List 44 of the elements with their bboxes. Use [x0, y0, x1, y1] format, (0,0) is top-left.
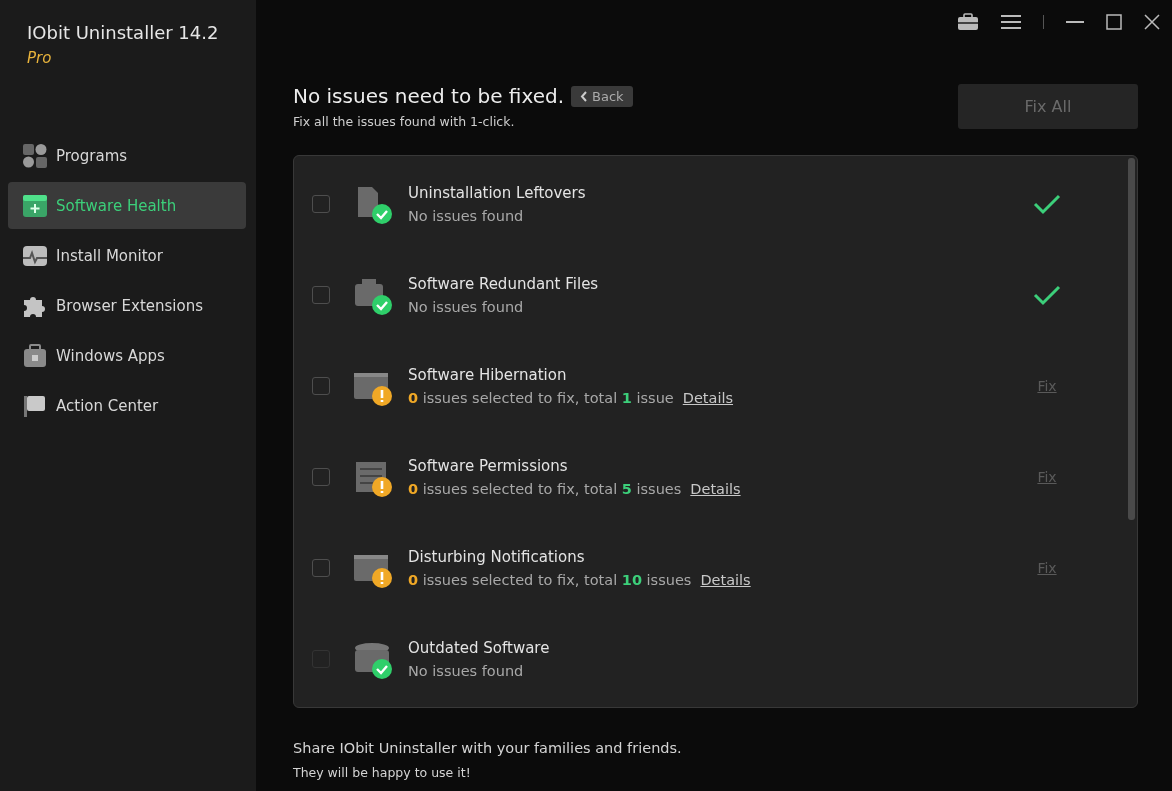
checkbox[interactable]: [312, 194, 330, 213]
sidebar-item[interactable]: Programs: [8, 132, 246, 179]
share-text: Share IObit Uninstaller with your families and friends.: [293, 740, 683, 756]
checkbox[interactable]: [312, 468, 330, 487]
grid-icon: [22, 142, 48, 169]
share-subtext: They will be happy to use it!: [293, 765, 472, 780]
status-text: No issues found: [408, 207, 525, 224]
window-plus-icon: [22, 192, 48, 219]
edition-label: Pro: [27, 49, 53, 67]
back-button[interactable]: Back: [571, 85, 633, 107]
details-link[interactable]: Details: [700, 572, 751, 589]
status-text: No issues found: [408, 298, 525, 315]
sidebar-item[interactable]: Action Center: [8, 382, 246, 429]
chevron-left-icon: [580, 90, 588, 102]
maximize-icon[interactable]: [1106, 14, 1122, 30]
row-title: Outdated Software: [408, 639, 551, 658]
sidebar-item[interactable]: Browser Extensions: [8, 282, 246, 329]
status-text: 0 issues selected to fix, total 5 issues: [408, 481, 682, 498]
checkbox[interactable]: [312, 559, 330, 578]
status-text: 0 issues selected to fix, total 1 issue: [408, 389, 674, 406]
row-title: Software Hibernation: [408, 365, 568, 384]
checkmark-icon: [1033, 192, 1061, 215]
menu-icon[interactable]: [1001, 14, 1021, 30]
details-link[interactable]: Details: [682, 389, 734, 406]
page-title: No issues need to be fixed.: [293, 84, 564, 108]
app-title: IObit Uninstaller 14.2: [27, 22, 220, 43]
status-text: No issues found: [408, 663, 525, 680]
row-title: Software Permissions: [408, 457, 569, 476]
details-link[interactable]: Details: [690, 481, 741, 498]
briefcase-icon: [22, 342, 48, 369]
checkbox[interactable]: [312, 376, 330, 395]
row-title: Disturbing Notifications: [408, 548, 586, 567]
page-subtitle: Fix all the issues found with 1-click.: [293, 114, 516, 129]
row-title: Software Redundant Files: [408, 274, 600, 293]
sidebar-item[interactable]: Install Monitor: [8, 232, 246, 279]
sidebar-item[interactable]: Software Health: [8, 182, 246, 229]
sidebar-item[interactable]: Windows Apps: [8, 332, 246, 379]
close-icon[interactable]: [1144, 14, 1160, 30]
row-title: Uninstallation Leftovers: [408, 183, 587, 202]
status-text: 0 issues selected to fix, total 10 issues: [408, 572, 692, 589]
checkmark-icon: [1033, 283, 1061, 306]
scrollbar[interactable]: [1128, 158, 1135, 520]
checkbox[interactable]: [312, 285, 330, 304]
toolbox-icon[interactable]: [957, 13, 979, 31]
